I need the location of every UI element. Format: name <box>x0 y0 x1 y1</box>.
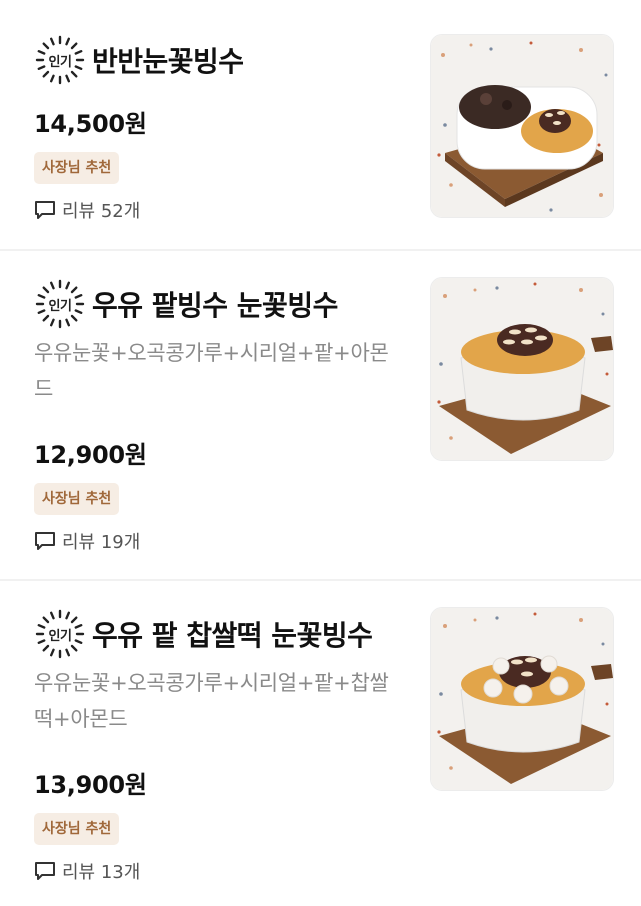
popular-badge: 인기 <box>34 608 86 660</box>
milk-redbean-bingsu-image <box>431 278 613 460</box>
menu-item[interactable]: 인기 반반눈꽃빙수 14,500원 사장님 추천 리뷰 52개 <box>0 0 641 251</box>
popular-badge-label: 인기 <box>48 54 72 70</box>
menu-item-price: 12,900원 <box>34 441 147 469</box>
menu-item-price: 13,900원 <box>34 771 147 799</box>
review-count-label: 리뷰 52개 <box>62 201 141 222</box>
speech-bubble-icon <box>35 201 55 219</box>
title-row: 인기 반반눈꽃빙수 <box>34 33 244 87</box>
menu-item-title: 반반눈꽃빙수 <box>92 45 244 78</box>
popular-badge-label: 인기 <box>48 298 72 314</box>
popular-badge-label: 인기 <box>48 628 72 644</box>
review-count[interactable]: 리뷰 52개 <box>34 197 140 223</box>
review-count[interactable]: 리뷰 13개 <box>34 858 140 884</box>
title-row: 인기 우유 팥빙수 눈꽃빙수 <box>34 277 338 331</box>
speech-bubble-icon <box>35 532 55 550</box>
menu-list: 인기 반반눈꽃빙수 14,500원 사장님 추천 리뷰 52개 인기 우유 팥빙… <box>0 0 641 906</box>
menu-item[interactable]: 인기 우유 팥빙수 눈꽃빙수 우유눈꽃+오곡콩가루+시리얼+팥+아몬드 12,9… <box>0 251 641 581</box>
title-row: 인기 우유 팥 찹쌀떡 눈꽃빙수 <box>34 607 373 661</box>
menu-item-title: 우유 팥 찹쌀떡 눈꽃빙수 <box>92 619 373 652</box>
menu-item-photo[interactable] <box>430 34 614 218</box>
menu-item-photo[interactable] <box>430 277 614 461</box>
owner-recommend-badge: 사장님 추천 <box>34 483 120 515</box>
menu-item-price: 14,500원 <box>34 110 147 138</box>
menu-item-photo[interactable] <box>430 607 614 791</box>
review-count[interactable]: 리뷰 19개 <box>34 528 140 554</box>
popular-badge: 인기 <box>34 34 86 86</box>
menu-item[interactable]: 인기 우유 팥 찹쌀떡 눈꽃빙수 우유눈꽃+오곡콩가루+시리얼+팥+찹쌀떡+아몬… <box>0 581 641 906</box>
owner-recommend-badge: 사장님 추천 <box>34 152 120 184</box>
review-count-label: 리뷰 19개 <box>62 532 141 553</box>
menu-item-description: 우유눈꽃+오곡콩가루+시리얼+팥+찹쌀떡+아몬드 <box>34 671 389 731</box>
milk-redbean-ricecake-bingsu-image <box>431 608 613 790</box>
review-count-label: 리뷰 13개 <box>62 862 141 883</box>
half-half-bingsu-image <box>431 35 613 217</box>
menu-item-title: 우유 팥빙수 눈꽃빙수 <box>92 289 338 322</box>
popular-badge: 인기 <box>34 278 86 330</box>
menu-item-description: 우유눈꽃+오곡콩가루+시리얼+팥+아몬드 <box>34 341 389 401</box>
speech-bubble-icon <box>35 862 55 880</box>
owner-recommend-badge: 사장님 추천 <box>34 813 120 845</box>
